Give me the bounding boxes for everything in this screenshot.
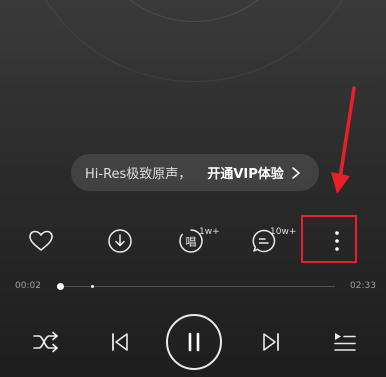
hires-vip-banner[interactable]: Hi-Res极致原声， 开通VIP体验 bbox=[71, 154, 319, 191]
download-button[interactable] bbox=[103, 224, 137, 258]
sing-count: 1w+ bbox=[199, 227, 220, 237]
like-button[interactable] bbox=[24, 224, 58, 258]
total-time: 02:33 bbox=[350, 281, 376, 291]
hires-banner-prefix: Hi-Res极致原声， bbox=[85, 167, 192, 182]
chevron-right-icon bbox=[292, 166, 300, 179]
playlist-icon bbox=[334, 333, 356, 351]
comment-count: 10w+ bbox=[270, 227, 297, 237]
heart-icon bbox=[29, 230, 53, 251]
progress-buffer-marker bbox=[91, 285, 94, 288]
shuffle-icon bbox=[33, 331, 58, 353]
pause-icon bbox=[188, 332, 200, 352]
playlist-button[interactable] bbox=[328, 325, 362, 359]
next-track-icon bbox=[263, 333, 279, 351]
hires-banner-cta[interactable]: 开通VIP体验 bbox=[207, 163, 283, 182]
sing-button[interactable]: 唱 1w+ bbox=[174, 224, 220, 258]
annotation-arrow bbox=[331, 86, 356, 194]
progress-track[interactable] bbox=[57, 286, 335, 287]
current-time: 00:02 bbox=[15, 281, 41, 291]
more-button-highlight bbox=[301, 215, 357, 263]
progress-knob[interactable] bbox=[57, 283, 65, 290]
sing-glyph: 唱 bbox=[186, 236, 197, 249]
previous-track-icon bbox=[112, 333, 128, 351]
download-icon bbox=[108, 229, 132, 253]
previous-button[interactable] bbox=[103, 325, 137, 359]
shuffle-button[interactable] bbox=[29, 325, 63, 359]
pause-button[interactable] bbox=[166, 314, 222, 370]
comment-button[interactable]: 10w+ bbox=[247, 224, 296, 258]
next-button[interactable] bbox=[254, 325, 288, 359]
